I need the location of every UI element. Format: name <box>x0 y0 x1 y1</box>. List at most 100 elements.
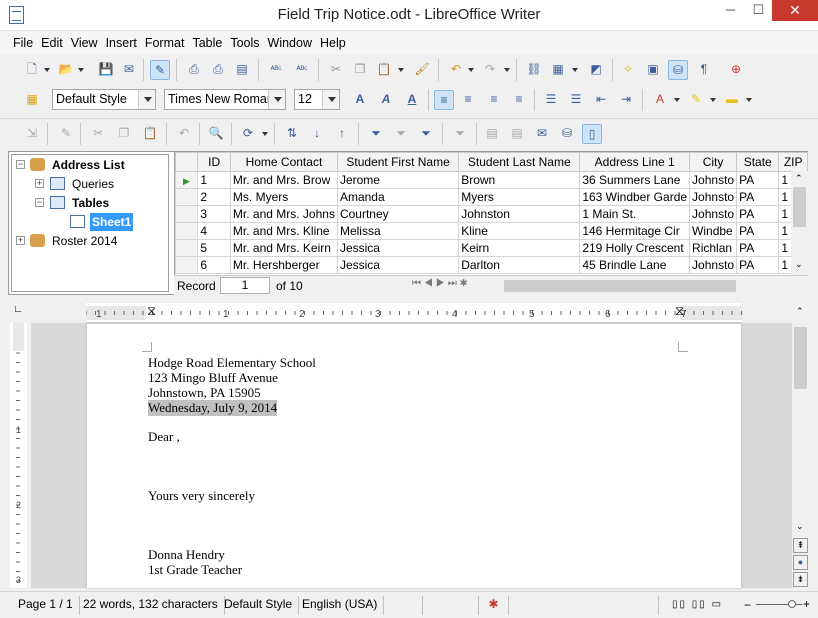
zoom-out-icon[interactable]: − <box>744 598 751 612</box>
column-header[interactable]: Address Line 1 <box>579 152 691 172</box>
document-canvas[interactable]: Hodge Road Elementary School 123 Mingo B… <box>31 323 792 588</box>
font-name-select[interactable]: Times New Roman <box>164 89 286 110</box>
formatting-marks-icon[interactable]: ¶ <box>694 60 714 80</box>
table-cell[interactable]: Jessica <box>336 239 460 257</box>
view-layout-icons[interactable]: ▯▯ ▯▯ ▭ <box>666 596 726 615</box>
font-color-icon[interactable]: A <box>650 90 670 110</box>
document-vertical-scrollbar[interactable]: ⌄ ⇞ ● ⇟ <box>792 323 809 588</box>
table-cell[interactable]: Amanda <box>336 188 460 206</box>
table-row[interactable]: ▶ 1 Mr. and Mrs. Brow Jerome Brown 36 Summers… <box>175 171 808 189</box>
paste-icon[interactable]: 📋 <box>374 60 394 80</box>
gallery-icon[interactable]: ▣ <box>643 60 663 80</box>
table-cell[interactable]: Johnsto <box>689 188 738 206</box>
table-cell[interactable]: 4 <box>197 222 231 240</box>
ruler-scroll-up[interactable]: ⌃ <box>792 303 809 323</box>
table-cell[interactable]: PA <box>736 205 780 223</box>
underline-icon[interactable]: A <box>402 90 422 110</box>
cut-data-icon[interactable]: ✂ <box>88 124 108 144</box>
tree-item-roster-2014[interactable]: Roster 2014 <box>52 232 117 250</box>
copy-data-icon[interactable]: ❐ <box>114 124 134 144</box>
table-cell[interactable]: 1 <box>197 171 231 189</box>
table-cell[interactable]: Brown <box>458 171 581 189</box>
next-page-icon[interactable]: ⇟ <box>793 572 808 587</box>
table-cell[interactable]: Jerome <box>336 171 460 189</box>
column-header[interactable]: ZIP <box>778 152 808 172</box>
table-cell[interactable]: Mr. and Mrs. Johns <box>229 205 338 223</box>
menu-format[interactable]: Format <box>141 32 189 50</box>
table-cell[interactable]: Johnsto <box>689 205 738 223</box>
table-cell[interactable]: Mr. and Mrs. Kline <box>229 222 338 240</box>
table-cell[interactable]: Johnsto <box>689 256 738 274</box>
data-to-text-alt-icon[interactable]: ▤ <box>507 124 527 144</box>
table-cell[interactable]: PA <box>736 188 780 206</box>
scroll-thumb[interactable] <box>794 327 807 389</box>
horizontal-ruler[interactable]: 11234567 ⧖ ⧖ <box>86 303 742 323</box>
table-cell[interactable]: 6 <box>197 256 231 274</box>
table-row[interactable]: 3 Mr. and Mrs. Johns Courtney Johnston 1 Mai… <box>175 205 808 223</box>
tree-item-sheet1[interactable]: Sheet1 <box>90 213 134 231</box>
column-header[interactable]: ID <box>197 152 231 172</box>
sort-ascending-icon[interactable]: ↓ <box>307 124 327 144</box>
row-header-corner[interactable] <box>175 152 199 172</box>
mail-merge-icon[interactable]: ✉ <box>532 124 552 144</box>
salutation-line[interactable]: Dear , <box>148 429 180 445</box>
datasource-current-doc-icon[interactable]: ⛁ <box>557 124 577 144</box>
column-header[interactable]: Home Contact <box>229 152 338 172</box>
bold-icon[interactable]: A <box>350 90 370 110</box>
table-cell[interactable]: Mr. Hershberger <box>229 256 338 274</box>
city-line[interactable]: Johnstown, PA 15905 <box>148 385 261 401</box>
export-pdf-icon[interactable]: ⎙ <box>184 60 204 80</box>
table-cell[interactable]: Kline <box>458 222 581 240</box>
table-row[interactable]: 4 Mr. and Mrs. Kline Melissa Kline 146 Hermi… <box>175 222 808 240</box>
clone-formatting-icon[interactable]: 🖌 <box>412 60 432 80</box>
paste-data-icon[interactable]: 📋 <box>140 124 160 144</box>
table-cell[interactable]: Darlton <box>458 256 581 274</box>
draw-functions-icon[interactable]: ◩ <box>586 60 606 80</box>
table-cell[interactable]: Mr. and Mrs. Keirn <box>229 239 338 257</box>
table-row[interactable]: 2 Ms. Myers Amanda Myers 163 Windber Garde Jo… <box>175 188 808 206</box>
find-record-icon[interactable]: 🔍 <box>206 124 226 144</box>
refresh-icon[interactable]: ⟳ <box>238 124 258 144</box>
undo-icon[interactable]: ↶ <box>446 60 466 80</box>
table-cell[interactable]: 163 Windber Garde <box>579 188 691 206</box>
row-header[interactable] <box>175 256 199 274</box>
align-right-icon[interactable]: ≡ <box>484 90 504 110</box>
menu-window[interactable]: Window <box>264 32 316 50</box>
column-header[interactable]: Student Last Name <box>458 152 581 172</box>
edit-data-icon[interactable]: ✎ <box>56 124 76 144</box>
selection-mode-status[interactable] <box>423 596 479 615</box>
column-header[interactable]: State <box>736 152 780 172</box>
column-header[interactable]: Student First Name <box>336 152 460 172</box>
collapse-address-list-icon[interactable]: − <box>16 160 25 169</box>
paragraph-style-select[interactable]: Default Style <box>52 89 156 110</box>
menu-table[interactable]: Table <box>188 32 226 50</box>
standard-filter-icon[interactable]: ⏷ <box>416 124 436 144</box>
address-line[interactable]: 123 Mingo Bluff Avenue <box>148 370 278 386</box>
zoom-in-icon[interactable]: + <box>803 597 810 611</box>
maximize-button[interactable]: ☐ <box>745 0 772 21</box>
hyperlink-icon[interactable]: ⛓ <box>524 60 544 80</box>
table-row[interactable]: 5 Mr. and Mrs. Keirn Jessica Keirn 219 Holly… <box>175 239 808 257</box>
navigation-icon[interactable]: ● <box>793 555 808 570</box>
table-cell[interactable]: Mr. and Mrs. Brow <box>229 171 338 189</box>
data-sources-icon[interactable]: ⛁ <box>668 60 688 80</box>
navigator-icon[interactable]: ✧ <box>618 60 638 80</box>
record-nav-buttons[interactable]: ⏮◀▶⏭✱ <box>412 278 470 289</box>
autofilter-icon[interactable]: ⏷ <box>366 124 386 144</box>
record-number-input[interactable]: 1 <box>220 277 270 294</box>
redo-icon[interactable]: ↷ <box>480 60 500 80</box>
table-row[interactable]: 6 Mr. Hershberger Jessica Darlton 45 Brindle… <box>175 256 808 274</box>
table-icon[interactable]: ▦ <box>548 60 568 80</box>
row-header[interactable] <box>175 222 199 240</box>
bullets-icon[interactable]: ☰ <box>566 90 586 110</box>
sort-icon[interactable]: ⇅ <box>282 124 302 144</box>
table-cell[interactable]: 219 Holly Crescent <box>579 239 691 257</box>
closing-line[interactable]: Yours very sincerely <box>148 488 255 504</box>
row-header[interactable] <box>175 188 199 206</box>
spelling-icon[interactable]: ᴬᴮᶜ <box>266 60 286 80</box>
grid-horizontal-scrollbar[interactable] <box>504 280 736 292</box>
print-icon[interactable]: ⎙ <box>208 60 228 80</box>
page-count-status[interactable]: Page 1 / 1 <box>12 596 80 615</box>
tree-item-tables[interactable]: Tables <box>72 194 109 212</box>
new-document-icon[interactable]: 🗋 <box>22 60 42 80</box>
